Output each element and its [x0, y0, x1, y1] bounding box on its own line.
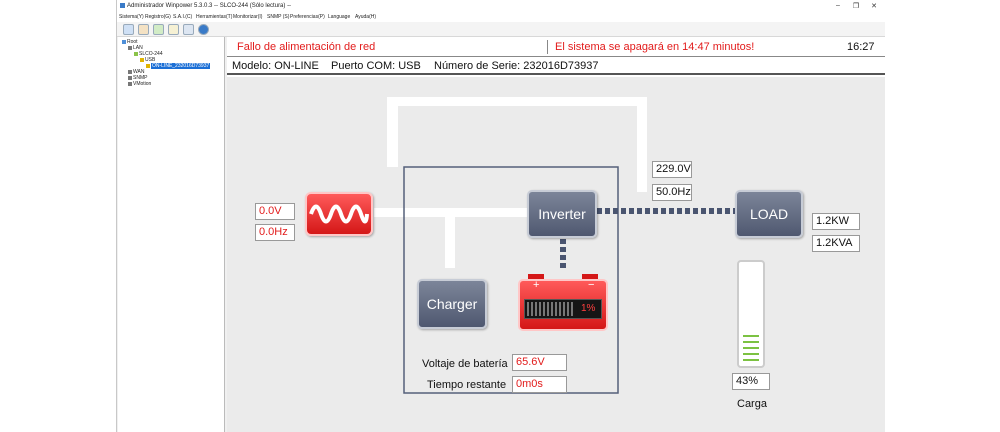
menu-ayuda[interactable]: Ayuda(H)	[355, 14, 376, 20]
menu-language[interactable]: Language	[328, 14, 350, 20]
computer-icon	[134, 51, 138, 56]
battery-level-bars	[527, 302, 573, 316]
globe-icon	[122, 39, 126, 44]
divider	[547, 40, 548, 54]
com-port-text: Puerto COM: USB	[331, 60, 421, 72]
tree-vmotion[interactable]: VMotion	[128, 81, 151, 87]
meter-bar	[743, 341, 759, 343]
sine-wave-icon	[309, 204, 369, 224]
menu-monitorizar[interactable]: Monitorizar(I)	[233, 14, 262, 20]
load-kva: 1.2KVA	[812, 235, 860, 252]
maximize-button[interactable]: ❐	[851, 2, 861, 10]
window-title: Administrador Winpower 5.3.0.3 -- SLCO-2…	[127, 3, 292, 9]
toolbar	[117, 22, 885, 37]
minimize-button[interactable]: –	[833, 2, 843, 9]
load-kw: 1.2KW	[812, 213, 860, 230]
device-info-bar: Modelo: ON-LINE Puerto COM: USB Número d…	[227, 57, 885, 75]
app-window: Administrador Winpower 5.3.0.3 -- SLCO-2…	[116, 0, 885, 432]
power-failure-alarm: Fallo de alimentación de red	[237, 41, 376, 53]
battery-voltage-label: Voltaje de batería	[422, 358, 508, 370]
remaining-time-label: Tiempo restante	[427, 379, 507, 391]
server-icon	[128, 81, 132, 86]
meter-bar	[743, 347, 759, 349]
load-label: Carga	[737, 398, 767, 410]
battery-body: + − 1%	[518, 279, 608, 331]
tree-device[interactable]: ON-LINE_232016D73937	[146, 63, 211, 69]
app-icon	[120, 3, 125, 8]
ups-icon	[146, 63, 150, 68]
device-tree: Root LAN SLCO-244 USB ON-LINE_232016D739…	[118, 37, 225, 432]
chart-icon[interactable]	[138, 24, 149, 35]
load-meter	[737, 260, 765, 368]
menu-sistema[interactable]: Sistema(Y)	[119, 14, 144, 20]
network-icon	[128, 69, 132, 74]
battery-percent: 1%	[581, 303, 596, 314]
network-icon	[128, 45, 132, 50]
menu-snmp[interactable]: SNMP (S)	[267, 14, 289, 20]
output-voltage: 229.0V	[652, 161, 692, 178]
battery-level-display: 1%	[524, 299, 602, 319]
bypass-wire-top	[387, 97, 647, 106]
serial-text: Número de Serie: 232016D73937	[434, 60, 599, 72]
menu-herramientas[interactable]: Herramientas(T)	[196, 14, 232, 20]
main-panel: Fallo de alimentación de red El sistema …	[227, 37, 885, 432]
user-icon[interactable]	[153, 24, 164, 35]
menu-sai[interactable]: S.A.I.(C)	[173, 14, 192, 20]
inverter-block: Inverter	[527, 190, 597, 238]
model-text: Modelo: ON-LINE	[232, 60, 319, 72]
menu-preferencias[interactable]: Preferencias(P)	[290, 14, 325, 20]
output-frequency: 50.0Hz	[652, 184, 692, 201]
input-voltage: 0.0V	[255, 203, 295, 220]
battery-voltage: 65.6V	[512, 354, 567, 371]
load-percent: 43%	[732, 373, 770, 390]
network-icon	[128, 75, 132, 80]
plus-sign: +	[533, 279, 540, 291]
input-frequency: 0.0Hz	[255, 224, 295, 241]
calendar-icon[interactable]	[183, 24, 194, 35]
shutdown-alarm: El sistema se apagará en 14:47 minutos!	[555, 41, 755, 53]
ac-source	[305, 192, 373, 236]
menu-bar: Sistema(Y) Registro(G) S.A.I.(C) Herrami…	[117, 12, 885, 22]
charger-block: Charger	[417, 279, 487, 329]
title-bar: Administrador Winpower 5.3.0.3 -- SLCO-2…	[117, 0, 885, 12]
load-block: LOAD	[735, 190, 803, 238]
refresh-icon[interactable]	[123, 24, 134, 35]
ups-diagram: 0.0V 0.0Hz Inverter Charger + − 1% 229.0…	[227, 77, 885, 432]
meter-bar	[743, 359, 759, 361]
charger-wire	[445, 208, 455, 268]
help-icon[interactable]	[198, 24, 209, 35]
alarm-bar: Fallo de alimentación de red El sistema …	[227, 37, 885, 57]
minus-sign: −	[588, 279, 595, 291]
document-icon[interactable]	[168, 24, 179, 35]
meter-bar	[743, 335, 759, 337]
clock: 16:27	[847, 41, 875, 53]
remaining-time: 0m0s	[512, 376, 567, 393]
bypass-wire-left	[387, 97, 398, 167]
battery: + − 1%	[518, 274, 608, 332]
bypass-wire-right	[637, 97, 647, 192]
close-button[interactable]: ✕	[869, 2, 879, 10]
menu-registro[interactable]: Registro(G)	[145, 14, 171, 20]
meter-bar	[743, 353, 759, 355]
usb-icon	[140, 57, 144, 62]
